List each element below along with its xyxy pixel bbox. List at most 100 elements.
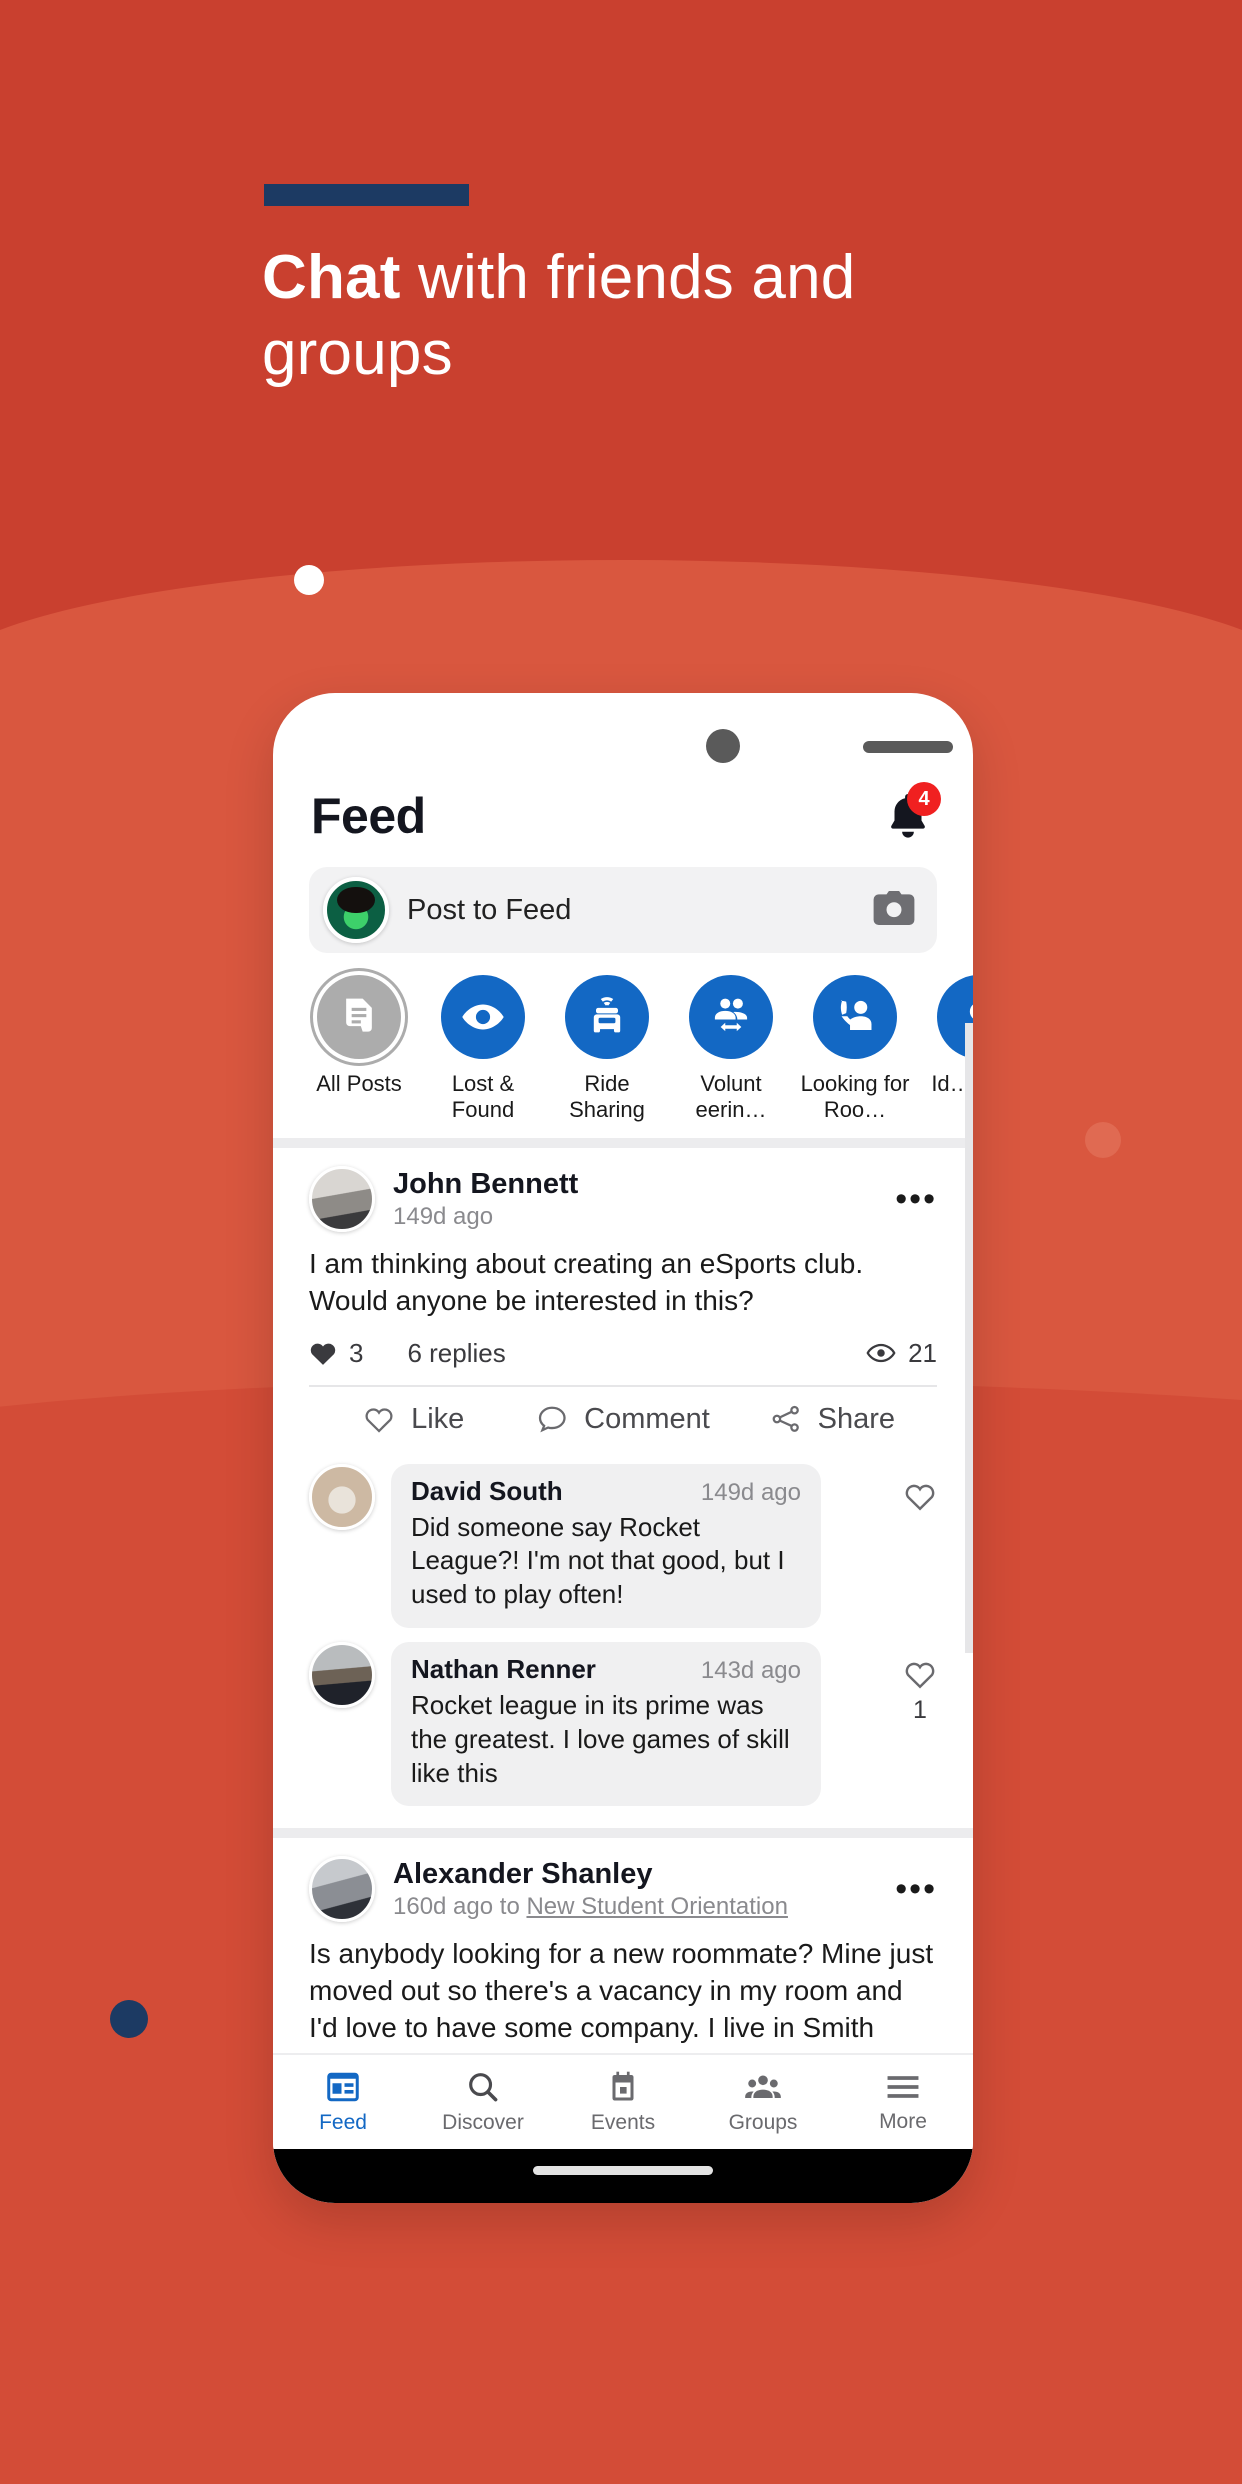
phone-mockup: Feed 4 Post to Feed All Posts Lost & Fou…	[273, 693, 973, 2203]
more-options-icon[interactable]: •••	[895, 1856, 937, 1909]
post-author-block: John Bennett 149d ago	[393, 1166, 877, 1231]
category-icon-wrap	[689, 975, 773, 1059]
notification-badge: 4	[907, 782, 941, 816]
comment-like-group[interactable]: 1	[903, 1642, 937, 1725]
category-label: Lost & Found	[451, 1071, 515, 1123]
compose-post-bar[interactable]: Post to Feed	[309, 867, 937, 953]
category-chip-lost-and-found[interactable]: Lost & Found	[421, 975, 545, 1124]
bottom-navigation: Feed Discover Events Groups More	[273, 2053, 973, 2149]
post-author-block: Alexander Shanley 160d ago to New Studen…	[393, 1856, 877, 1921]
share-nodes-icon	[772, 1406, 799, 1433]
eye-icon	[462, 1004, 504, 1030]
comment-header: David South 149d ago	[411, 1476, 801, 1507]
tab-feed[interactable]: Feed	[273, 2069, 413, 2135]
compose-placeholder: Post to Feed	[407, 893, 572, 926]
post-to-prefix: to	[493, 1893, 527, 1921]
category-icon-wrap	[441, 975, 525, 1059]
post-view-count: 21	[866, 1338, 937, 1369]
comment-like-count: 1	[913, 1696, 927, 1725]
like-count-value: 3	[349, 1337, 364, 1368]
comment-bubble: David South 149d ago Did someone say Roc…	[391, 1463, 821, 1629]
current-user-avatar	[323, 877, 389, 943]
car-wifi-icon	[593, 997, 621, 1033]
tab-events[interactable]: Events	[553, 2069, 693, 2135]
category-icon-wrap	[317, 975, 401, 1059]
decorative-dot-white	[294, 565, 324, 595]
post-actions-row: Like Comment Share	[309, 1384, 937, 1450]
comment-timestamp: 149d ago	[700, 1478, 801, 1506]
more-options-icon[interactable]: •••	[895, 1166, 937, 1219]
feed-post: John Bennett 149d ago ••• I am thinking …	[273, 1148, 973, 1450]
tab-label: More	[879, 2110, 927, 2133]
heart-outline-icon	[365, 1408, 393, 1433]
comment-timestamp: 143d ago	[700, 1657, 801, 1685]
document-list-icon	[346, 998, 372, 1032]
post-timestamp: 149d ago	[393, 1202, 494, 1230]
comment-button-label: Comment	[584, 1402, 710, 1435]
view-count-value: 21	[908, 1337, 937, 1368]
post-comment: Nathan Renner 143d ago Rocket league in …	[273, 1628, 973, 1807]
person-phone-icon	[840, 1000, 872, 1031]
avatar[interactable]	[309, 1165, 375, 1232]
tab-label: Discover	[442, 2111, 524, 2134]
people-group-icon	[745, 2075, 781, 2098]
avatar[interactable]	[309, 1463, 375, 1530]
tab-discover[interactable]: Discover	[413, 2069, 553, 2135]
category-label: Volunt eerin…	[695, 1071, 767, 1123]
camera-icon[interactable]	[873, 890, 915, 930]
decorative-dot-light	[1085, 1122, 1121, 1158]
comment-author[interactable]: David South	[411, 1476, 563, 1507]
post-header: John Bennett 149d ago •••	[309, 1165, 937, 1232]
post-author-name[interactable]: John Bennett	[393, 1168, 877, 1201]
category-label: All Posts	[316, 1071, 402, 1096]
post-stats-row: 3 6 replies 21	[309, 1320, 937, 1385]
feed-post: Alexander Shanley 160d ago to New Studen…	[273, 1838, 973, 2084]
search-icon	[469, 2073, 498, 2102]
category-icon-wrap	[565, 975, 649, 1059]
app-screen: Feed 4 Post to Feed All Posts Lost & Fou…	[273, 765, 973, 2203]
tab-label: Events	[590, 2111, 656, 2134]
post-author-name[interactable]: Alexander Shanley	[393, 1858, 877, 1891]
tab-label: Groups	[728, 2111, 798, 2134]
comment-like-group[interactable]	[903, 1464, 937, 1518]
people-exchange-icon	[714, 998, 748, 1032]
heart-filled-icon	[310, 1343, 336, 1366]
section-divider	[273, 1828, 973, 1839]
category-label: Looking for Roo…	[800, 1071, 910, 1123]
post-group-link[interactable]: New Student Orientation	[526, 1893, 787, 1920]
tab-label: Feed	[319, 2111, 367, 2134]
comment-text: Did someone say Rocket League?! I'm not …	[411, 1511, 785, 1610]
like-button[interactable]: Like	[309, 1403, 518, 1436]
avatar[interactable]	[309, 1856, 375, 1923]
post-timestamp: 160d ago to New Student Orientation	[393, 1893, 877, 1921]
comment-bubble: Nathan Renner 143d ago Rocket league in …	[391, 1642, 821, 1807]
post-like-count[interactable]: 3	[309, 1338, 363, 1369]
tab-groups[interactable]: Groups	[693, 2069, 833, 2135]
post-comment: David South 149d ago Did someone say Roc…	[273, 1450, 973, 1629]
notifications-button[interactable]: 4	[881, 782, 941, 844]
comment-button[interactable]: Comment	[518, 1403, 727, 1436]
phone-bezel-top	[273, 693, 973, 765]
hamburger-menu-icon	[887, 2076, 919, 2098]
heart-outline-icon	[905, 1662, 935, 1689]
post-reply-count[interactable]: 6 replies	[407, 1338, 505, 1369]
category-chip-all-posts[interactable]: All Posts	[297, 975, 421, 1124]
category-icon-wrap	[813, 975, 897, 1059]
headline-emphasis: Chat	[262, 243, 401, 312]
share-button[interactable]: Share	[728, 1403, 937, 1436]
post-header: Alexander Shanley 160d ago to New Studen…	[309, 1856, 937, 1923]
comment-bubble-icon	[539, 1406, 566, 1433]
category-chip-ride-sharing[interactable]: Ride Sharing	[545, 975, 669, 1124]
category-chip-looking-for-roommate[interactable]: Looking for Roo…	[793, 975, 917, 1124]
home-indicator-area	[273, 2149, 973, 2203]
comment-author[interactable]: Nathan Renner	[411, 1654, 596, 1685]
share-button-label: Share	[817, 1402, 896, 1435]
reply-count-value: 6 replies	[407, 1337, 506, 1368]
category-chip-volunteering[interactable]: Volunt eerin…	[669, 975, 793, 1124]
tab-more[interactable]: More	[833, 2070, 973, 2134]
home-indicator[interactable]	[533, 2166, 713, 2175]
post-body-text: I am thinking about creating an eSports …	[309, 1247, 864, 1316]
avatar[interactable]	[309, 1642, 375, 1709]
headline-accent-bar	[264, 184, 469, 206]
category-filter-row[interactable]: All Posts Lost & Found Ride Sharing Volu…	[273, 953, 973, 1138]
